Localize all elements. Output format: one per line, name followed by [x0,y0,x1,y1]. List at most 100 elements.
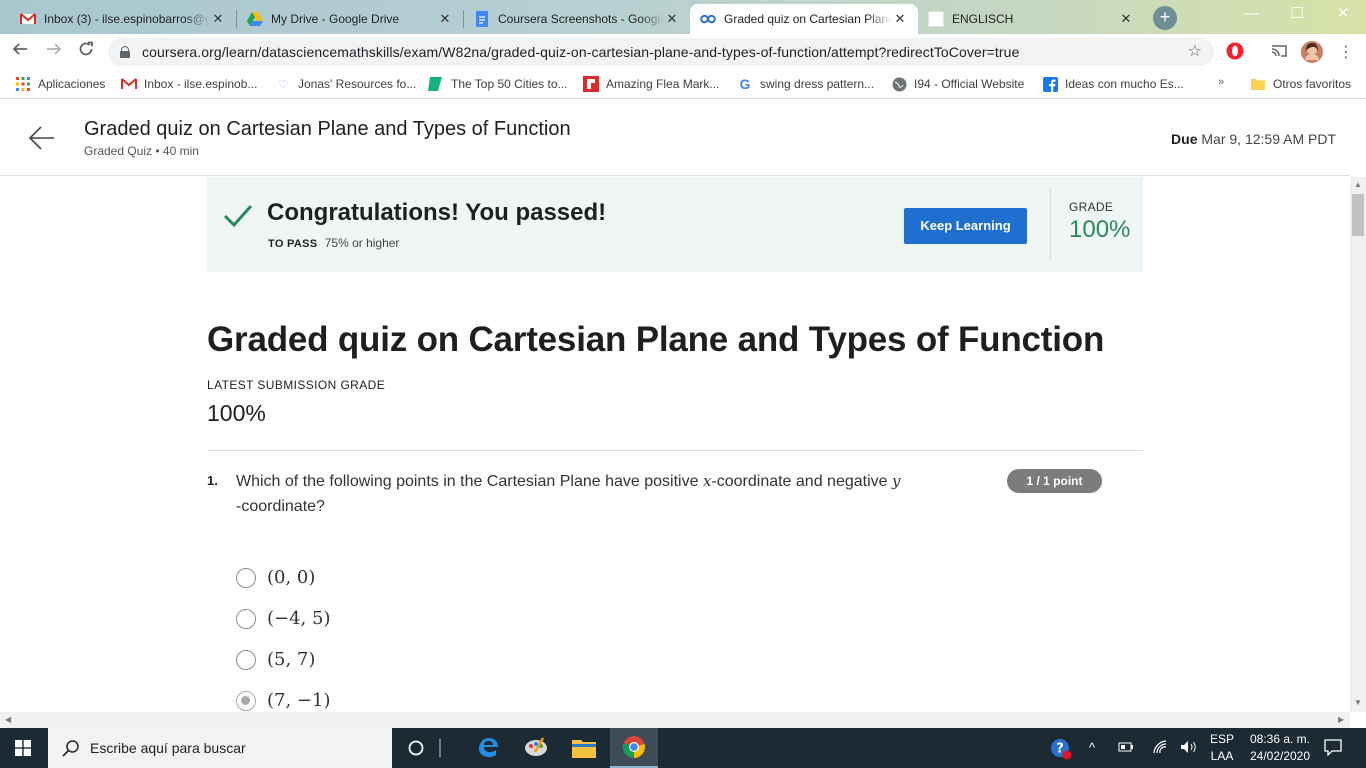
chrome-taskbar-icon[interactable] [610,728,658,768]
windows-taskbar: Escribe aquí para buscar ? ^ ESP LAA 08:… [0,728,1366,768]
question-text: Which of the following points in the Car… [236,469,956,519]
divider [1050,189,1051,259]
back-arrow-icon[interactable] [8,40,32,64]
wifi-icon[interactable] [1152,740,1168,757]
system-clock[interactable]: 08:36 a. m. 24/02/2020 [1243,731,1317,765]
bookmark-top-50-cities[interactable]: The Top 50 Cities to... [428,76,568,92]
reload-icon[interactable] [74,40,98,64]
keep-learning-button[interactable]: Keep Learning [904,208,1027,244]
globe-icon [891,76,907,92]
close-tab-icon[interactable]: ✕ [210,11,226,27]
back-arrow-icon[interactable] [28,124,56,152]
vertical-scrollbar[interactable] [1350,177,1366,712]
tab-label: Coursera Screenshots - Google Docs [498,12,664,26]
option-label: (0, 0) [267,567,316,588]
bookmark-label: Amazing Flea Mark... [606,77,720,91]
input-language[interactable]: ESP LAA [1210,731,1234,765]
option-label: (7, −1) [267,690,331,711]
bookmark-other-favorites[interactable]: Otros favoritos [1250,76,1351,92]
latest-submission-label: LATEST SUBMISSION GRADE [207,378,386,392]
bookmark-inbox[interactable]: Inbox - ilse.espinob... [121,76,257,92]
scroll-up-arrow-icon[interactable]: ▲ [1354,180,1362,189]
tab-coursera-quiz[interactable]: Graded quiz on Cartesian Plane and Types… [690,4,918,34]
tab-google-docs[interactable]: Coursera Screenshots - Google Docs ✕ [464,4,690,34]
divider [207,450,1143,451]
volume-icon[interactable] [1180,740,1198,757]
address-bar[interactable]: coursera.org/learn/datasciencemathskills… [108,38,1214,66]
clock-time: 08:36 a. m. [1249,732,1311,746]
close-tab-icon[interactable]: ✕ [1118,11,1134,27]
task-view-icon[interactable] [428,728,452,768]
bookmark-apps[interactable]: Aplicaciones [15,76,105,92]
file-explorer-icon[interactable] [560,728,608,768]
radio-button-selected[interactable] [236,690,256,711]
answer-option[interactable]: (5, 7) [236,649,315,670]
close-tab-icon[interactable]: ✕ [892,11,908,27]
close-window-icon[interactable]: ✕ [1320,0,1366,30]
google-icon: G [739,76,751,92]
taskbar-search-input[interactable]: Escribe aquí para buscar [48,728,392,768]
windows-start-icon[interactable] [15,740,31,756]
latest-submission-grade: 100% [207,400,266,426]
bookmarks-bar: Aplicaciones Inbox - ilse.espinob... ♡ J… [0,70,1366,99]
tab-label: Graded quiz on Cartesian Plane and Types… [724,12,892,26]
facebook-icon [1042,76,1058,92]
menu-kebab-icon[interactable]: ⋮ [1336,42,1356,62]
answer-option[interactable]: (−4, 5) [236,608,330,629]
edge-browser-icon[interactable] [464,728,512,768]
scrollbar-thumb[interactable] [1352,194,1364,236]
bookmark-label: Aplicaciones [38,77,106,91]
tab-google-drive[interactable]: My Drive - Google Drive ✕ [237,4,463,34]
clock-date: 24/02/2020 [1249,749,1311,763]
maximize-window-icon[interactable]: ☐ [1274,0,1320,30]
answer-option-selected[interactable]: (7, −1) [236,690,330,711]
opera-extension-icon[interactable] [1226,42,1246,62]
minimize-window-icon[interactable]: — [1228,0,1274,30]
close-tab-icon[interactable]: ✕ [437,11,453,27]
due-label: Due [1171,131,1198,147]
check-icon [223,203,253,229]
quiz-header: Graded quiz on Cartesian Plane and Types… [0,100,1350,176]
coursera-icon [700,11,716,27]
header-subtitle: Graded Quiz • 40 min [84,144,199,158]
bookmark-swing-dress[interactable]: G swing dress pattern... [737,76,875,92]
bookmark-flea-market[interactable]: Amazing Flea Mark... [583,76,719,92]
scroll-left-arrow-icon[interactable]: ◀ [5,715,11,724]
keyboard-layout: LAA [1210,749,1234,763]
scroll-down-arrow-icon[interactable]: ▼ [1354,698,1362,707]
close-tab-icon[interactable]: ✕ [664,11,680,27]
bookmark-ideas[interactable]: Ideas con mucho Es... [1042,76,1184,92]
pass-requirement: TO PASS 75% or higher [268,236,399,250]
tab-englisch[interactable]: ENGLISCH ✕ [918,4,1144,34]
bookmark-i94[interactable]: I94 - Official Website [891,76,1024,92]
battery-icon[interactable] [1118,740,1134,757]
answer-option[interactable]: (0, 0) [236,567,315,588]
radio-button[interactable] [236,567,256,588]
cast-icon[interactable] [1270,42,1290,62]
notification-center-icon[interactable] [1324,738,1342,759]
tab-label: ENGLISCH [952,12,1014,26]
profile-avatar[interactable] [1300,40,1324,64]
help-icon[interactable]: ? [1050,738,1072,763]
coursera-page: Graded quiz on Cartesian Plane and Types… [0,100,1350,712]
tab-label: My Drive - Google Drive [271,12,400,26]
page-title: Graded quiz on Cartesian Plane and Types… [207,320,1105,359]
pass-banner: Congratulations! You passed! TO PASS 75%… [207,177,1143,272]
math-variable: y [891,472,901,490]
new-tab-button[interactable]: + [1153,6,1177,30]
language-code: ESP [1210,732,1235,746]
show-hidden-icons-icon[interactable]: ^ [1089,740,1095,755]
forward-arrow-icon[interactable] [42,40,66,64]
blank-page-icon [928,11,944,27]
gmail-icon [20,11,36,27]
tab-gmail-inbox[interactable]: Inbox (3) - ilse.espinobarros@gmail.com … [10,4,236,34]
radio-button[interactable] [236,649,256,670]
bookmark-star-icon[interactable]: ☆ [1188,41,1202,61]
radio-button[interactable] [236,608,256,629]
bookmark-label: Jonas' Resources fo... [298,77,417,91]
bookmark-jonas-resources[interactable]: ♡ Jonas' Resources fo... [275,76,416,92]
bookmarks-overflow-button[interactable]: » [1218,76,1224,88]
paint-app-icon[interactable] [512,728,560,768]
scroll-right-arrow-icon[interactable]: ▶ [1338,715,1344,724]
horizontal-scrollbar[interactable] [0,712,1350,728]
